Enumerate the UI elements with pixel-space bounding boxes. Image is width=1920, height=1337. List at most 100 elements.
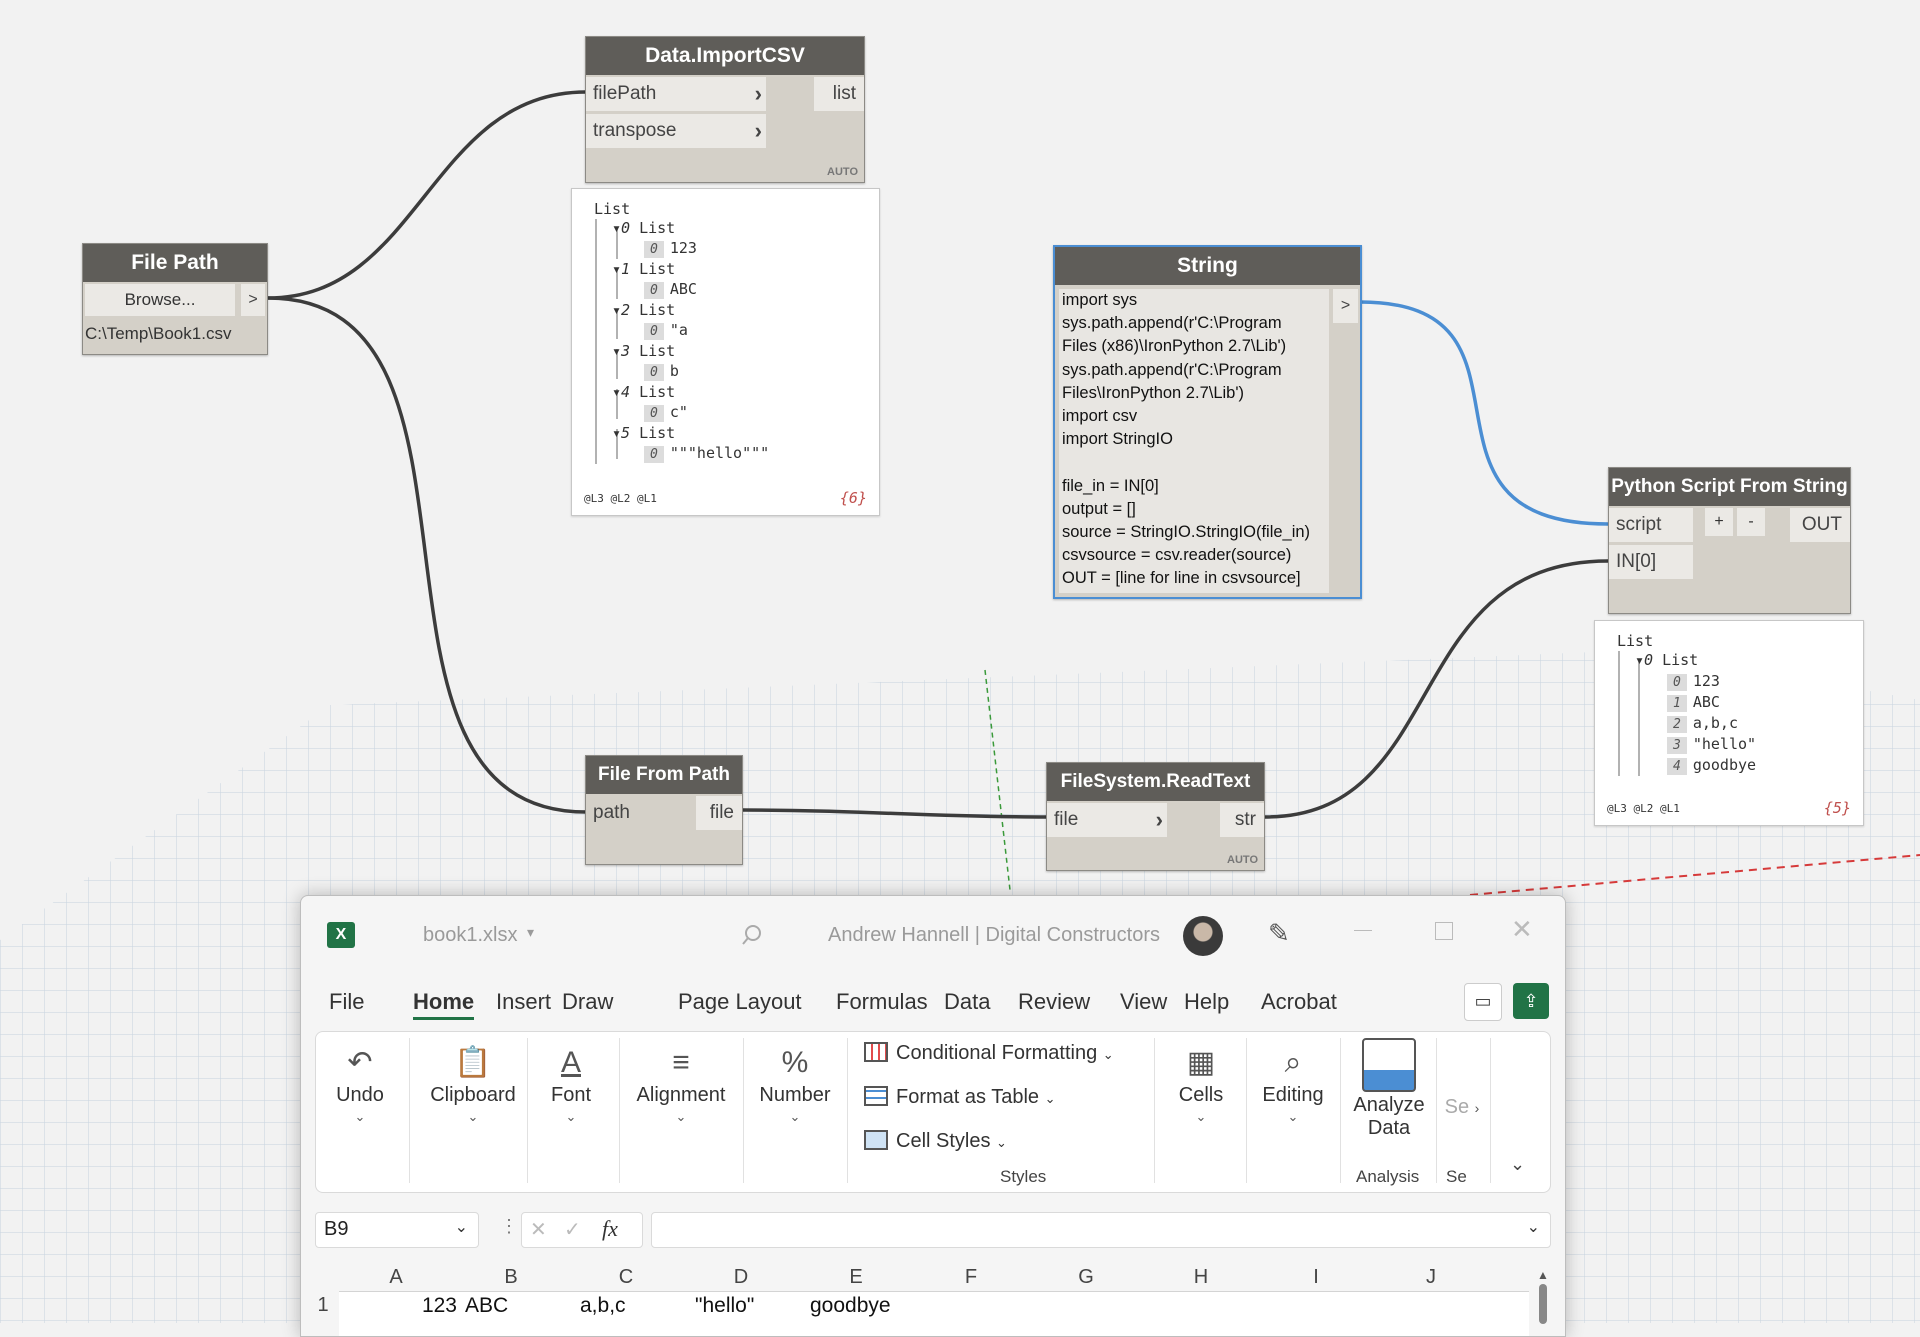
preview-value: 4 goodbye (1667, 755, 1756, 775)
input-port-file[interactable]: file › (1047, 803, 1167, 837)
more-options-icon[interactable]: ⋮ (500, 1216, 518, 1237)
input-port-path[interactable]: path (586, 796, 656, 830)
analyze-data-button[interactable]: Analyze Data (1346, 1038, 1432, 1140)
node-file-from-path[interactable]: File From Path path file (585, 755, 743, 865)
chevron-down-icon[interactable]: ▾ (527, 924, 534, 941)
sheet-area[interactable] (339, 1291, 1529, 1336)
column-header-e[interactable]: E (841, 1266, 871, 1289)
column-header-j[interactable]: J (1416, 1266, 1446, 1289)
cell-e1[interactable]: goodbye (810, 1294, 891, 1318)
alignment-button[interactable]: ≡ Alignment ⌄ (628, 1042, 734, 1125)
tab-review[interactable]: Review (1018, 989, 1090, 1015)
account-name[interactable]: Andrew Hannell | Digital Constructors (828, 924, 1160, 947)
preview-value: 0 c" (644, 402, 688, 422)
tab-page-layout[interactable]: Page Layout (678, 989, 802, 1015)
output-port-arrow[interactable]: > (1333, 289, 1358, 323)
maximize-icon[interactable] (1435, 922, 1453, 940)
document-title[interactable]: book1.xlsx (423, 924, 518, 947)
column-header-b[interactable]: B (496, 1266, 526, 1289)
sensitivity-button[interactable]: Se › (1442, 1096, 1482, 1119)
cancel-icon[interactable]: ✕ (530, 1217, 547, 1242)
preview-import-csv[interactable]: List ▾0 List 0 123 ▾1 List 0 ABC ▾2 List 0 "a ▾3 … (571, 188, 880, 516)
node-python-script[interactable]: Python Script From String script + - OUT… (1608, 467, 1851, 614)
excel-window[interactable]: X book1.xlsx ▾ Andrew Hannell | Digital … (300, 895, 1566, 1337)
number-button[interactable]: % Number ⌄ (752, 1042, 838, 1125)
output-port-str[interactable]: str (1220, 803, 1264, 837)
column-header-a[interactable]: A (381, 1266, 411, 1289)
preview-value: 0 """hello""" (644, 443, 769, 463)
column-header-g[interactable]: G (1071, 1266, 1101, 1289)
tab-insert[interactable]: Insert (496, 989, 551, 1015)
column-header-h[interactable]: H (1186, 1266, 1216, 1289)
sublist-index: 0 (621, 219, 631, 237)
scrollbar[interactable]: ▲ (1537, 1268, 1549, 1336)
function-icon[interactable]: fx (602, 1216, 618, 1242)
cell-b1[interactable]: ABC (465, 1294, 508, 1318)
chevron-down-icon: ⌄ (565, 1109, 577, 1124)
output-port-list[interactable]: list (814, 77, 864, 111)
sublist-label: List (639, 260, 676, 278)
share-icon[interactable]: ⇪ (1513, 983, 1549, 1019)
input-port-filepath[interactable]: filePath › (586, 77, 766, 111)
remove-input-button[interactable]: - (1737, 508, 1765, 536)
output-port-arrow[interactable]: > (241, 284, 265, 316)
tab-view[interactable]: View (1120, 989, 1167, 1015)
enter-icon[interactable]: ✓ (564, 1217, 581, 1242)
cell-styles-button[interactable]: Cell Styles ⌄ (864, 1130, 1007, 1153)
cell-d1[interactable]: "hello" (695, 1294, 754, 1318)
comments-icon[interactable]: ▭ (1464, 983, 1502, 1021)
minimize-icon[interactable] (1354, 930, 1372, 931)
node-string[interactable]: String import sys sys.path.append(r'C:\Pr… (1053, 245, 1362, 599)
preview-python[interactable]: List ▾0 List 0 123 1 ABC 2 a,b,c 3 "hello" 4 good… (1594, 620, 1864, 826)
output-port-out[interactable]: OUT (1790, 508, 1850, 542)
browse-button[interactable]: Browse... (85, 284, 235, 316)
tab-help[interactable]: Help (1184, 989, 1229, 1015)
tab-formulas[interactable]: Formulas (836, 989, 928, 1015)
cell-a1[interactable]: 123 (341, 1294, 457, 1318)
sensitivity-label: Se (1444, 1096, 1470, 1118)
input-port-script[interactable]: script (1609, 508, 1693, 542)
close-icon[interactable]: ✕ (1511, 914, 1533, 945)
clipboard-button[interactable]: 📋 Clipboard ⌄ (418, 1042, 528, 1125)
output-port-file[interactable]: file (696, 796, 742, 830)
column-header-c[interactable]: C (611, 1266, 641, 1289)
tab-file[interactable]: File (329, 989, 364, 1015)
cell-c1[interactable]: a,b,c (580, 1294, 626, 1318)
row-header[interactable]: 1 (311, 1294, 335, 1317)
pen-icon[interactable]: ✎ (1268, 918, 1290, 949)
name-box[interactable]: B9 ⌄ (315, 1212, 479, 1248)
node-import-csv[interactable]: Data.ImportCSV filePath › transpose › li… (585, 36, 865, 183)
preview-sublist: ▾0 List (612, 219, 676, 237)
formula-input[interactable]: ⌄ (651, 1212, 1551, 1248)
ribbon-collapse-chevron-icon[interactable]: ⌄ (1510, 1154, 1525, 1175)
font-button[interactable]: A Font ⌄ (536, 1042, 606, 1125)
preview-sublist: ▾4 List (612, 383, 676, 401)
column-header-d[interactable]: D (726, 1266, 756, 1289)
tab-draw[interactable]: Draw (562, 989, 613, 1015)
wire-string-to-python[interactable] (1359, 300, 1609, 526)
editing-button[interactable]: ⌕ Editing ⌄ (1252, 1042, 1334, 1125)
undo-button[interactable]: ↶ Undo ⌄ (330, 1042, 390, 1125)
string-code-editor[interactable]: import sys sys.path.append(r'C:\Program Fi… (1059, 289, 1329, 593)
add-input-button[interactable]: + (1705, 508, 1733, 536)
format-as-table-button[interactable]: Format as Table ⌄ (864, 1086, 1056, 1109)
column-header-i[interactable]: I (1301, 1266, 1331, 1289)
node-read-text[interactable]: FileSystem.ReadText file › str AUTO (1046, 762, 1265, 871)
input-port-transpose[interactable]: transpose › (586, 114, 766, 148)
value-index: 2 (1667, 716, 1687, 733)
conditional-formatting-button[interactable]: Conditional Formatting ⌄ (864, 1042, 1114, 1065)
input-port-in0[interactable]: IN[0] (1609, 545, 1693, 579)
column-header-f[interactable]: F (956, 1266, 986, 1289)
search-icon[interactable] (741, 924, 761, 945)
number-label: Number (759, 1084, 831, 1106)
tab-acrobat[interactable]: Acrobat (1261, 989, 1337, 1015)
cells-button[interactable]: ▦ Cells ⌄ (1162, 1042, 1240, 1125)
tab-data[interactable]: Data (944, 989, 990, 1015)
tab-home[interactable]: Home (413, 989, 475, 1020)
node-file-path[interactable]: File Path Browse... > C:\Temp\Book1.csv (82, 243, 268, 355)
scroll-up-icon[interactable]: ▲ (1537, 1268, 1549, 1282)
scroll-thumb[interactable] (1539, 1284, 1547, 1324)
sublist-label: List (639, 383, 676, 401)
avatar[interactable] (1183, 916, 1223, 956)
wire-filepath-to-importcsv[interactable] (267, 90, 587, 300)
